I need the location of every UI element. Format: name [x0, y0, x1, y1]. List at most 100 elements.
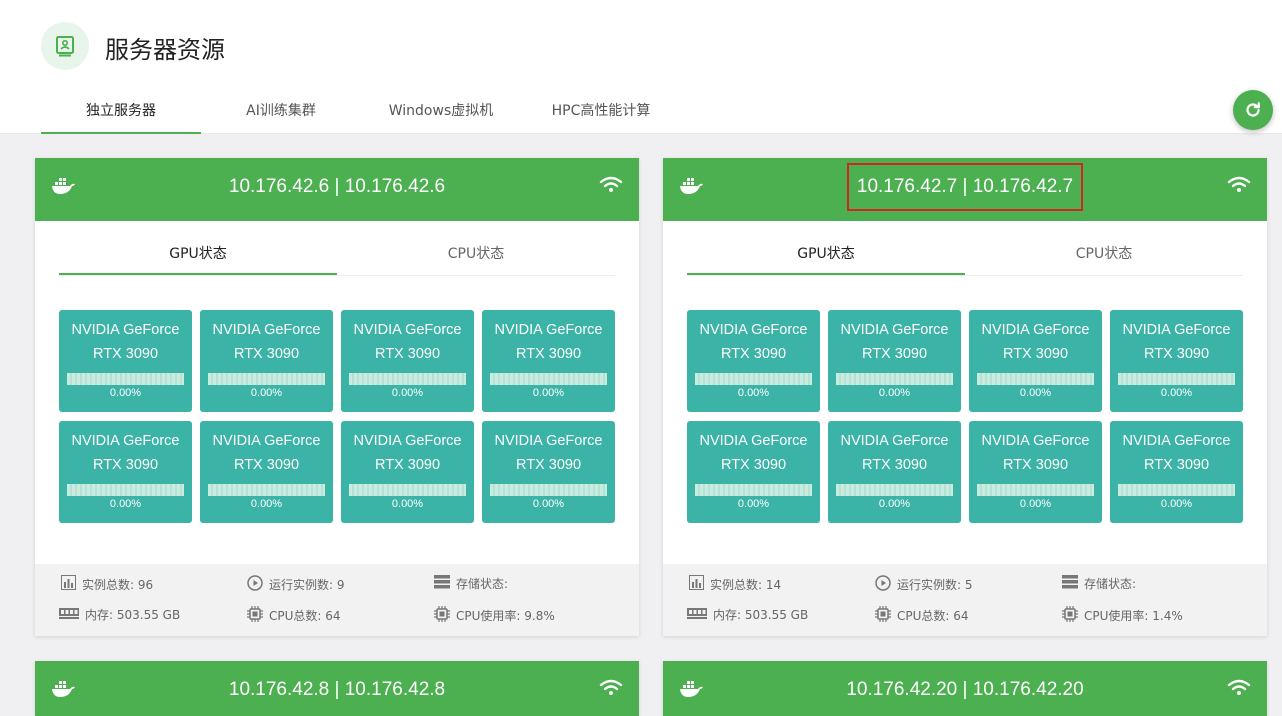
gpu-usage-value: 0.00%	[1160, 498, 1193, 510]
gpu-usage-bar	[695, 373, 812, 385]
gpu-usage-value: 0.00%	[737, 498, 770, 510]
gpu-usage-bar	[208, 373, 325, 385]
gpu-name: NVIDIA GeForce RTX 3090	[699, 322, 808, 362]
play-icon	[247, 575, 263, 594]
gpu-name: NVIDIA GeForce RTX 3090	[699, 433, 808, 473]
server-card: 10.176.42.6 | 10.176.42.6 GPU状态 CPU状态 NVIDI…	[35, 158, 639, 636]
gpu-usage-bar	[836, 373, 953, 385]
gpu-name: NVIDIA GeForce RTX 3090	[1122, 433, 1231, 473]
gpu-usage-value: 0.00%	[878, 498, 911, 510]
server-ip: 10.176.42.7 | 10.176.42.7	[846, 163, 1084, 211]
server-card: 10.176.42.8 | 10.176.42.8	[35, 661, 639, 716]
gpu-tile[interactable]: NVIDIA GeForce RTX 3090 0.00%	[828, 310, 961, 412]
cpu-icon	[434, 606, 450, 625]
gpu-usage-value: 0.00%	[250, 498, 283, 510]
gpu-usage-bar	[67, 373, 184, 385]
gpu-tile[interactable]: NVIDIA GeForce RTX 3090 0.00%	[59, 310, 192, 412]
gpu-tile[interactable]: NVIDIA GeForce RTX 3090 0.00%	[200, 310, 333, 412]
cpu-icon	[875, 606, 891, 625]
gpu-name: NVIDIA GeForce RTX 3090	[1122, 322, 1231, 362]
gpu-tile[interactable]: NVIDIA GeForce RTX 3090 0.00%	[482, 421, 615, 523]
gpu-usage-value: 0.00%	[532, 498, 565, 510]
gpu-usage-bar	[490, 373, 607, 385]
wifi-icon	[599, 176, 623, 199]
server-ip: 10.176.42.6 | 10.176.42.6	[228, 176, 446, 197]
tab-cpu-status[interactable]: CPU状态	[965, 238, 1243, 275]
refresh-button[interactable]	[1233, 90, 1273, 130]
tab-hpc[interactable]: HPC高性能计算	[521, 92, 681, 134]
gpu-usage-value: 0.00%	[250, 387, 283, 399]
tab-windows-vm[interactable]: Windows虚拟机	[361, 92, 521, 134]
gpu-usage-value: 0.00%	[391, 498, 424, 510]
gpu-usage-value: 0.00%	[737, 387, 770, 399]
gpu-usage-value: 0.00%	[109, 387, 142, 399]
server-stats: 实例总数: 96 运行实例数: 9 存储状态: 内存: 503.55 GB CPU总数:…	[35, 564, 639, 636]
stat-instances: 实例总数: 14	[689, 575, 781, 593]
wifi-icon	[1227, 679, 1251, 702]
stat-storage: 存储状态:	[1062, 575, 1136, 592]
cpu-icon	[247, 606, 263, 625]
gpu-usage-bar	[1118, 484, 1235, 496]
gpu-tile[interactable]: NVIDIA GeForce RTX 3090 0.00%	[1110, 310, 1243, 412]
tab-ai-cluster[interactable]: AI训练集群	[201, 92, 361, 134]
storage-icon	[1062, 575, 1078, 592]
gpu-name: NVIDIA GeForce RTX 3090	[494, 322, 603, 362]
server-card-header: 10.176.42.6 | 10.176.42.6	[35, 158, 639, 221]
tab-gpu-status[interactable]: GPU状态	[59, 238, 337, 275]
category-tabs: 独立服务器 AI训练集群 Windows虚拟机 HPC高性能计算	[41, 92, 681, 134]
stat-memory: 内存: 503.55 GB	[687, 606, 808, 623]
server-card: 10.176.42.20 | 10.176.42.20	[663, 661, 1267, 716]
server-card-header: 10.176.42.7 | 10.176.42.7	[663, 158, 1267, 221]
gpu-name: NVIDIA GeForce RTX 3090	[981, 433, 1090, 473]
gpu-tile[interactable]: NVIDIA GeForce RTX 3090 0.00%	[828, 421, 961, 523]
gpu-tile[interactable]: NVIDIA GeForce RTX 3090 0.00%	[200, 421, 333, 523]
gpu-tile[interactable]: NVIDIA GeForce RTX 3090 0.00%	[59, 421, 192, 523]
gpu-name: NVIDIA GeForce RTX 3090	[212, 433, 321, 473]
gpu-name: NVIDIA GeForce RTX 3090	[71, 322, 180, 362]
gpu-tile[interactable]: NVIDIA GeForce RTX 3090 0.00%	[341, 421, 474, 523]
server-card-header: 10.176.42.8 | 10.176.42.8	[35, 661, 639, 716]
gpu-usage-bar	[349, 373, 466, 385]
storage-icon	[434, 575, 450, 592]
stat-memory: 内存: 503.55 GB	[59, 606, 180, 623]
stat-instances: 实例总数: 96	[61, 575, 153, 593]
status-tabs: GPU状态 CPU状态	[687, 238, 1243, 276]
stat-cpu-count: CPU总数: 64	[875, 606, 969, 625]
stat-cpu-count: CPU总数: 64	[247, 606, 341, 625]
server-icon	[41, 22, 89, 70]
gpu-tile[interactable]: NVIDIA GeForce RTX 3090 0.00%	[687, 310, 820, 412]
server-stats: 实例总数: 14 运行实例数: 5 存储状态: 内存: 503.55 GB CPU总数:…	[663, 564, 1267, 636]
tab-gpu-status[interactable]: GPU状态	[687, 238, 965, 275]
gpu-name: NVIDIA GeForce RTX 3090	[212, 322, 321, 362]
tab-dedicated-servers[interactable]: 独立服务器	[41, 92, 201, 134]
stat-running: 运行实例数: 5	[875, 575, 973, 594]
tab-cpu-status[interactable]: CPU状态	[337, 238, 615, 275]
gpu-tile[interactable]: NVIDIA GeForce RTX 3090 0.00%	[341, 310, 474, 412]
refresh-icon	[1246, 102, 1260, 117]
page-title: 服务器资源	[105, 36, 225, 64]
gpu-tile[interactable]: NVIDIA GeForce RTX 3090 0.00%	[969, 421, 1102, 523]
gpu-usage-value: 0.00%	[532, 387, 565, 399]
play-icon	[875, 575, 891, 594]
cpu-icon	[1062, 606, 1078, 625]
status-tabs: GPU状态 CPU状态	[59, 238, 615, 276]
wifi-icon	[599, 679, 623, 702]
gpu-usage-value: 0.00%	[1019, 387, 1052, 399]
gpu-tile[interactable]: NVIDIA GeForce RTX 3090 0.00%	[969, 310, 1102, 412]
gpu-name: NVIDIA GeForce RTX 3090	[494, 433, 603, 473]
stat-cpu-usage: CPU使用率: 1.4%	[1062, 606, 1183, 625]
gpu-tile[interactable]: NVIDIA GeForce RTX 3090 0.00%	[482, 310, 615, 412]
gpu-usage-bar	[1118, 373, 1235, 385]
gpu-usage-value: 0.00%	[1019, 498, 1052, 510]
stat-cpu-usage: CPU使用率: 9.8%	[434, 606, 555, 625]
gpu-usage-value: 0.00%	[878, 387, 911, 399]
gpu-usage-bar	[836, 484, 953, 496]
stat-storage: 存储状态:	[434, 575, 508, 592]
server-ip: 10.176.42.20 | 10.176.42.20	[846, 679, 1084, 700]
gpu-tile[interactable]: NVIDIA GeForce RTX 3090 0.00%	[687, 421, 820, 523]
chart-icon	[689, 575, 704, 593]
memory-icon	[687, 607, 707, 622]
gpu-usage-value: 0.00%	[391, 387, 424, 399]
gpu-tile[interactable]: NVIDIA GeForce RTX 3090 0.00%	[1110, 421, 1243, 523]
gpu-name: NVIDIA GeForce RTX 3090	[840, 433, 949, 473]
